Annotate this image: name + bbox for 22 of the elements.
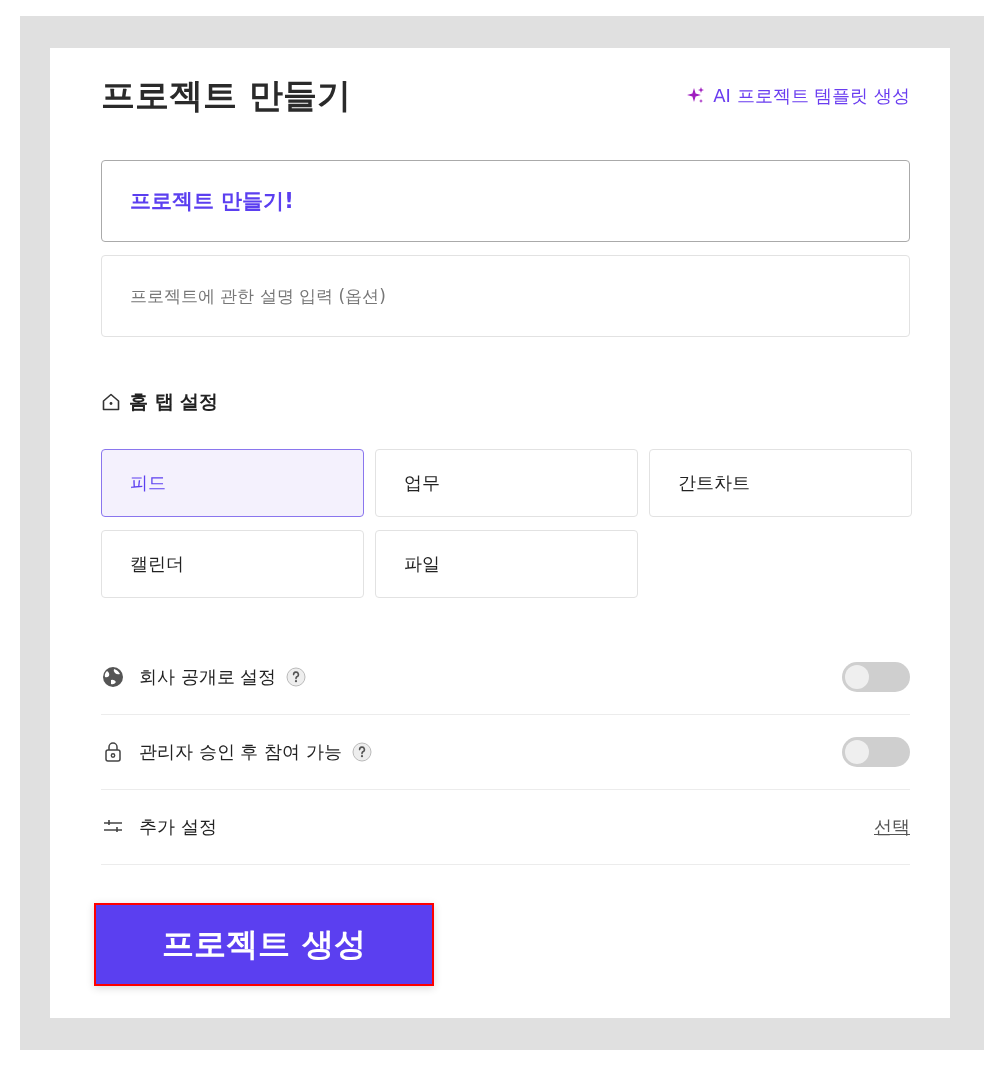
globe-icon bbox=[101, 665, 125, 689]
setting-label: 회사 공개로 설정 bbox=[139, 665, 277, 689]
home-icon bbox=[101, 392, 121, 412]
home-tab-option[interactable]: 피드 bbox=[101, 449, 364, 517]
home-tab-option[interactable]: 간트차트 bbox=[649, 449, 912, 517]
setting-label: 추가 설정 bbox=[139, 815, 217, 839]
help-icon[interactable] bbox=[351, 742, 372, 762]
toggle-switch[interactable] bbox=[842, 737, 910, 767]
home-tab-option[interactable]: 캘린더 bbox=[101, 530, 364, 598]
setting-label: 관리자 승인 후 참여 가능 bbox=[139, 740, 342, 764]
ai-template-link[interactable]: AI 프로젝트 템플릿 생성 bbox=[687, 84, 910, 108]
section-heading: 홈 탭 설정 bbox=[129, 389, 219, 414]
create-project-button[interactable]: 프로젝트 생성 bbox=[94, 903, 434, 986]
project-name-field[interactable]: 프로젝트 만들기! bbox=[101, 160, 910, 242]
page-title: 프로젝트 만들기 bbox=[101, 74, 351, 117]
toggle-switch[interactable] bbox=[842, 662, 910, 692]
help-icon[interactable] bbox=[286, 667, 307, 687]
home-tab-option[interactable]: 업무 bbox=[375, 449, 638, 517]
home-tab-option[interactable]: 파일 bbox=[375, 530, 638, 598]
sparkle-icon bbox=[687, 87, 706, 105]
description-field[interactable]: 프로젝트에 관한 설명 입력 (옵션) bbox=[101, 255, 910, 337]
select-link[interactable]: 선택 bbox=[874, 815, 910, 839]
